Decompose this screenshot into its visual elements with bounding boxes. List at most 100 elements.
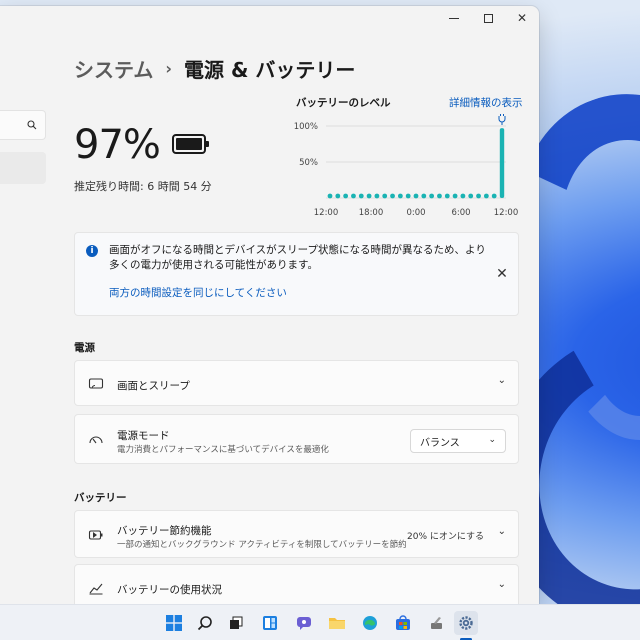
- widgets-icon: [263, 616, 277, 630]
- battery-saver-label: バッテリー節約機能: [117, 525, 212, 537]
- breadcrumb: システム › 電源 & バッテリー: [74, 54, 355, 83]
- power-mode-select[interactable]: バランス ⌄: [410, 429, 506, 453]
- settings-window: ✕ システム › 電源 & バッテリー 97% 推定残り時間: 6 時間 54 …: [0, 6, 539, 604]
- section-title-power: 電源: [74, 342, 95, 354]
- chart-bar: [429, 193, 435, 199]
- chart-bar: [366, 193, 372, 199]
- y-tick-label: 50%: [299, 158, 318, 168]
- start-button[interactable]: [162, 611, 186, 635]
- edge-icon: [363, 616, 377, 630]
- x-tick-label: 18:00: [359, 208, 384, 218]
- chevron-down-icon: ⌄: [497, 526, 506, 537]
- chart-bar: [397, 193, 403, 199]
- chart-bar: [491, 193, 497, 199]
- taskbar-search-button[interactable]: [193, 611, 217, 635]
- chart-bar: [374, 193, 380, 199]
- usage-chart-icon: [89, 583, 103, 595]
- x-tick-label: 0:00: [406, 208, 425, 218]
- battery-saver-value: 20% にオンにする: [407, 532, 484, 542]
- x-tick-label: 12:00: [314, 208, 339, 218]
- screen-sleep-label: 画面とスリープ: [117, 380, 190, 392]
- chart-bar: [390, 193, 395, 199]
- charging-plug-icon: [498, 114, 506, 125]
- snipping-tool-button[interactable]: [424, 611, 448, 635]
- chart-bar: [413, 193, 419, 199]
- chart-bar: [421, 193, 427, 199]
- chart-bar: [358, 193, 364, 199]
- chevron-down-icon: ⌄: [497, 375, 506, 386]
- chart-bar: [343, 193, 349, 199]
- power-mode-description: 電力消費とパフォーマンスに基づいてデバイスを最適化: [117, 445, 329, 455]
- info-banner: i 画面がオフになる時間とデバイスがスリープ状態になる時間が異なるため、より多く…: [74, 232, 519, 316]
- chart-bar: [382, 193, 388, 199]
- gauge-icon: [89, 436, 103, 444]
- minimize-button[interactable]: [437, 6, 471, 30]
- chart-bar: [351, 193, 356, 199]
- task-view-button[interactable]: [224, 611, 248, 635]
- close-banner-button[interactable]: ✕: [494, 266, 510, 282]
- windows-logo-icon: [166, 615, 182, 631]
- battery-saver-card[interactable]: バッテリー節約機能 一部の通知とバックグラウンド アクティビティを制限してバッテ…: [74, 510, 519, 558]
- battery-level-chart: 100% 50% 12:00 18:00 0:00 6:00 12:00: [294, 114, 519, 218]
- power-mode-card: 電源モード 電力消費とパフォーマンスに基づいてデバイスを最適化 バランス ⌄: [74, 414, 519, 464]
- chart-title: バッテリーのレベル: [296, 97, 391, 109]
- info-message: 画面がオフになる時間とデバイスがスリープ状態になる時間が異なるため、より多くの電…: [109, 244, 486, 271]
- battery-saver-description: 一部の通知とバックグラウンド アクティビティを制限してバッテリーを節約: [117, 540, 407, 550]
- store-button[interactable]: [391, 611, 415, 635]
- breadcrumb-separator: ›: [165, 59, 172, 78]
- power-mode-label: 電源モード: [117, 430, 170, 442]
- settings-taskbar-button[interactable]: [454, 611, 478, 635]
- battery-saver-icon: [88, 530, 103, 540]
- settings-search-input[interactable]: [0, 110, 46, 140]
- screen-sleep-icon: [88, 378, 104, 389]
- taskbar: [0, 604, 640, 640]
- search-icon: [197, 616, 212, 631]
- file-explorer-button[interactable]: [325, 611, 349, 635]
- battery-icon: [172, 134, 209, 154]
- window-controls: ✕: [437, 6, 539, 30]
- details-link[interactable]: 詳細情報の表示: [449, 95, 523, 110]
- folder-icon: [329, 618, 345, 629]
- chart-bar: [468, 193, 474, 199]
- y-tick-label: 100%: [294, 122, 318, 132]
- page-title: 電源 & バッテリー: [184, 58, 356, 82]
- battery-usage-label: バッテリーの使用状況: [117, 584, 222, 596]
- close-button[interactable]: ✕: [505, 6, 539, 30]
- chevron-down-icon: ⌄: [488, 435, 496, 445]
- chevron-down-icon: ⌄: [497, 579, 506, 590]
- chart-bar: [452, 193, 458, 199]
- chart-bar: [405, 193, 411, 199]
- chart-bar: [327, 193, 333, 199]
- section-title-battery: バッテリー: [74, 492, 127, 504]
- sidebar-item-selected[interactable]: [0, 152, 46, 184]
- edge-browser-button[interactable]: [358, 611, 382, 635]
- chat-button[interactable]: [292, 611, 316, 635]
- x-tick-label: 6:00: [451, 208, 470, 218]
- gear-icon: [459, 616, 473, 630]
- search-icon: [27, 120, 37, 130]
- chart-bar: [476, 193, 481, 199]
- chart-bar: [437, 193, 442, 199]
- chart-bar: [483, 193, 489, 199]
- x-tick-label: 12:00: [494, 208, 519, 218]
- battery-percentage: 97%: [74, 122, 161, 168]
- maximize-button[interactable]: [471, 6, 505, 30]
- chart-bar: [499, 128, 505, 198]
- maximize-icon: [483, 13, 493, 23]
- minimize-icon: [449, 17, 459, 19]
- battery-usage-card[interactable]: バッテリーの使用状況 ⌄: [74, 564, 519, 604]
- store-icon: [396, 615, 410, 630]
- task-view-icon: [230, 616, 243, 629]
- widgets-button[interactable]: [258, 611, 282, 635]
- chart-bar: [444, 193, 450, 199]
- breadcrumb-system-link[interactable]: システム: [74, 54, 153, 83]
- match-settings-link[interactable]: 両方の時間設定を同じにしてください: [109, 285, 287, 300]
- remaining-time: 推定残り時間: 6 時間 54 分: [74, 180, 212, 193]
- info-icon: i: [86, 245, 98, 257]
- chart-bar: [335, 193, 341, 199]
- chat-icon: [297, 617, 311, 630]
- chart-bar: [460, 193, 466, 199]
- snipping-tool-icon: [431, 617, 442, 629]
- screen-and-sleep-card[interactable]: 画面とスリープ ⌄: [74, 360, 519, 406]
- power-mode-value: バランス: [420, 437, 460, 449]
